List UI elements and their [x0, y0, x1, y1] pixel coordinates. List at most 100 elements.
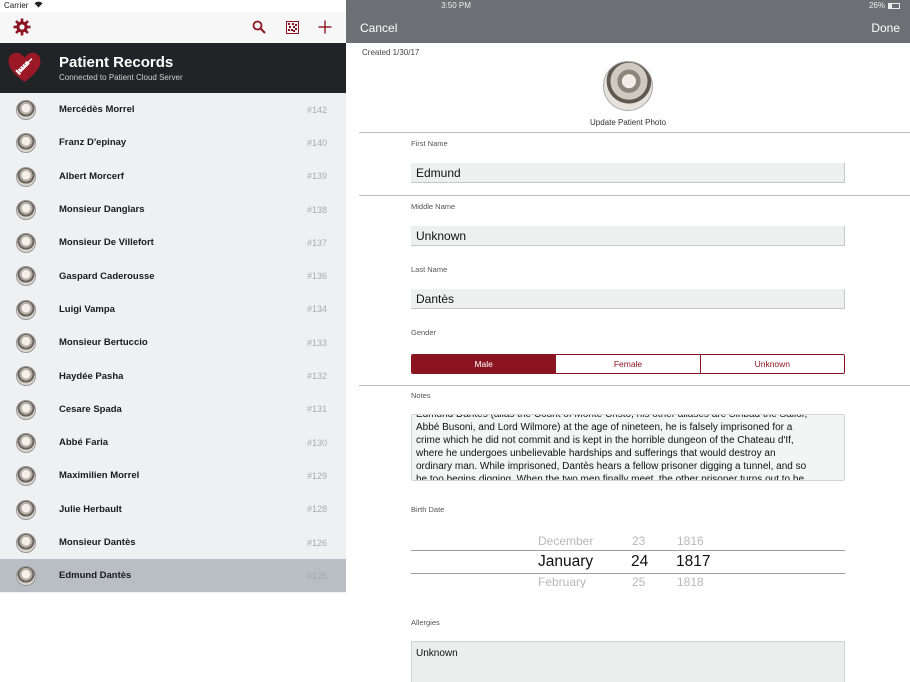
avatar — [16, 233, 36, 254]
gender-segmented-control: Male Female Unknown — [411, 354, 845, 374]
picker-year-column[interactable]: 1816 1817 1818 — [676, 528, 717, 588]
status-bar-left: Carrier — [0, 0, 346, 12]
picker-day-prev: 23 — [632, 534, 646, 548]
patient-name: Monsieur De Villefort — [59, 237, 154, 249]
notes-text: Edmund Dantès (alias the Count of Monte … — [416, 415, 840, 480]
picker-day-next: 25 — [632, 575, 646, 588]
patient-name: Maximilien Morrel — [59, 470, 140, 482]
patient-name: Julie Herbault — [59, 503, 122, 515]
patient-row[interactable]: Monsieur Dantès #126 — [0, 526, 346, 559]
page-title: Patient Records — [59, 54, 174, 71]
birth-date-picker[interactable]: December January February 23 24 25 1816 … — [411, 528, 845, 588]
patient-detail-pane: 3:50 PM 26% Cancel Done Created 1/30/17 … — [346, 0, 910, 682]
gender-option-male[interactable]: Male — [412, 355, 556, 373]
picker-selection-line-bottom — [411, 573, 845, 574]
patient-photo[interactable] — [603, 61, 653, 111]
avatar — [16, 299, 36, 320]
patient-name: Abbé Faria — [59, 437, 109, 449]
plus-icon[interactable] — [314, 16, 336, 38]
last-name-field[interactable]: Dantès — [411, 289, 845, 309]
first-name-label: First Name — [411, 139, 448, 148]
picker-month-column[interactable]: December January February — [538, 528, 628, 588]
qr-code-icon[interactable] — [281, 16, 303, 38]
heart-syringe-icon — [8, 52, 41, 83]
notes-line: where he undergoes unbelievable hardship… — [416, 448, 776, 459]
patient-name: Edmund Dantès — [59, 570, 132, 582]
divider — [359, 385, 910, 386]
patient-list-pane: Carrier Patient Records Connected to Pat… — [0, 0, 346, 682]
middle-name-field[interactable]: Unknown — [411, 226, 845, 246]
gear-icon[interactable] — [11, 16, 33, 38]
cancel-button[interactable]: Cancel — [360, 21, 397, 35]
picker-year-selected: 1817 — [676, 553, 711, 570]
patient-row[interactable]: Luigi Vampa #134 — [0, 293, 346, 326]
picker-year-next: 1818 — [677, 575, 704, 588]
created-date: Created 1/30/17 — [362, 48, 420, 57]
picker-month-selected: January — [538, 553, 594, 570]
picker-year-prev: 1816 — [677, 534, 704, 548]
patient-name: Monsieur Dantès — [59, 537, 136, 548]
patient-row[interactable]: Mercédès Morrel #142 — [0, 93, 346, 126]
done-button[interactable]: Done — [871, 21, 900, 35]
patient-number: #133 — [306, 337, 327, 348]
avatar — [16, 432, 36, 453]
avatar — [16, 399, 36, 420]
patient-name: Monsieur Bertuccio — [59, 337, 148, 349]
patient-number: #140 — [306, 137, 327, 148]
carrier-label: Carrier — [4, 1, 29, 10]
divider — [359, 195, 910, 196]
picker-day-column[interactable]: 23 24 25 — [631, 528, 662, 588]
last-name-label: Last Name — [411, 265, 448, 274]
middle-name-label: Middle Name — [411, 202, 456, 211]
notes-line: crime which he did not commit and is kep… — [416, 435, 794, 446]
patient-number: #130 — [306, 437, 327, 448]
battery-percent: 26% — [868, 1, 885, 10]
status-time: 3:50 PM — [441, 1, 471, 10]
divider — [359, 132, 910, 133]
patient-row[interactable]: Cesare Spada #131 — [0, 393, 346, 426]
patient-row[interactable]: Maximilien Morrel #129 — [0, 459, 346, 492]
patient-number: #131 — [306, 404, 327, 415]
patient-row[interactable]: Monsieur Bertuccio #133 — [0, 326, 346, 359]
gender-label: Gender — [411, 328, 437, 337]
patient-number: #138 — [306, 204, 327, 215]
patient-name: Mercédès Morrel — [59, 104, 135, 116]
gender-option-female[interactable]: Female — [555, 355, 700, 373]
patient-row[interactable]: Franz D'epinay #140 — [0, 126, 346, 159]
avatar — [16, 199, 36, 220]
app-header: Patient Records Connected to Patient Clo… — [0, 43, 346, 93]
patient-row[interactable]: Abbé Faria #130 — [0, 426, 346, 459]
avatar — [16, 366, 36, 387]
patient-name: Haydée Pasha — [59, 370, 124, 382]
patient-row[interactable]: Albert Morcerf #139 — [0, 160, 346, 193]
gender-option-unknown[interactable]: Unknown — [699, 355, 844, 373]
notes-textarea[interactable]: Edmund Dantès (alias the Count of Monte … — [411, 414, 845, 481]
patient-name: Monsieur Danglars — [59, 204, 145, 216]
allergies-textarea[interactable]: Unknown — [411, 641, 845, 682]
detail-navbar: 3:50 PM 26% Cancel Done — [346, 0, 910, 43]
notes-label: Notes — [411, 391, 431, 400]
patient-number: #125 — [306, 570, 327, 581]
search-icon[interactable] — [248, 16, 270, 38]
patient-number: #136 — [306, 271, 327, 282]
first-name-field[interactable]: Edmund — [411, 163, 845, 183]
patient-row[interactable]: Gaspard Caderousse #136 — [0, 259, 346, 292]
birth-date-label: Birth Date — [411, 505, 445, 514]
patient-list: Mercédès Morrel #142 Franz D'epinay #140 Alb… — [0, 93, 346, 593]
notes-line: ordinary man. While imprisoned, Dantès h… — [416, 461, 807, 472]
patient-number: #126 — [306, 537, 327, 548]
battery-icon — [888, 2, 900, 9]
patient-row[interactable]: Haydée Pasha #132 — [0, 359, 346, 392]
avatar — [16, 466, 36, 487]
patient-number: #132 — [306, 371, 327, 382]
update-photo-button[interactable]: Update Patient Photo — [346, 118, 910, 127]
patient-row[interactable]: Julie Herbault #128 — [0, 493, 346, 526]
avatar — [16, 532, 36, 553]
patient-row[interactable]: Monsieur De Villefort #137 — [0, 226, 346, 259]
patient-row[interactable]: Monsieur Danglars #138 — [0, 193, 346, 226]
patient-row[interactable]: Edmund Dantès #125 — [0, 559, 346, 593]
patient-number: #142 — [306, 104, 327, 115]
battery-status: 26% — [869, 1, 900, 10]
avatar — [16, 566, 36, 587]
avatar — [16, 133, 36, 154]
